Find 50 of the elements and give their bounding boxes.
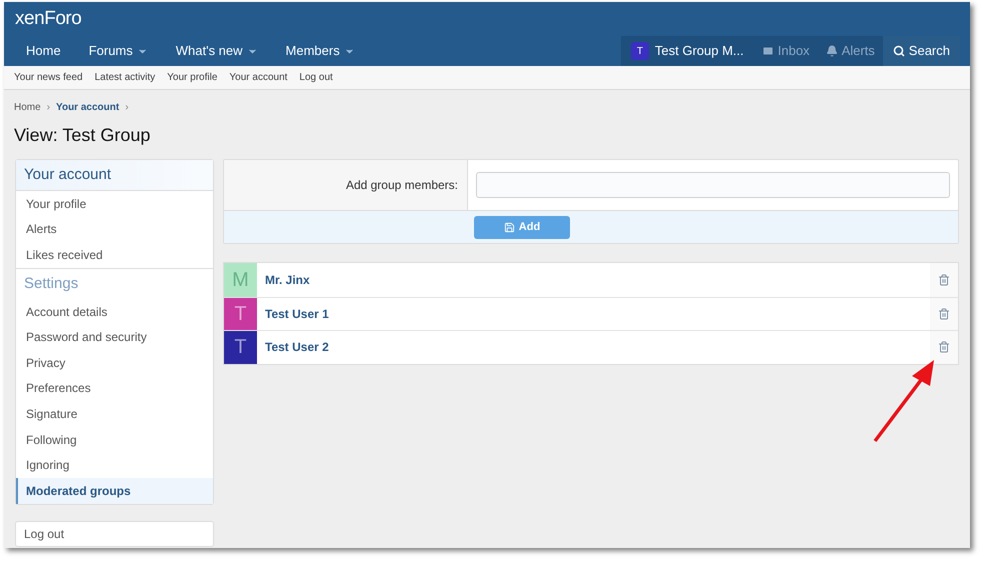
search-button[interactable]: Search (882, 36, 960, 66)
logout-link[interactable]: Log out (15, 520, 214, 547)
avatar: M (224, 263, 257, 297)
bell-icon (826, 45, 838, 57)
sidebar-item[interactable]: Your profile (16, 191, 213, 217)
sidebar-item[interactable]: Ignoring (16, 452, 213, 478)
sidebar-heading: Settings (23, 274, 80, 294)
breadcrumb-link[interactable]: Home (14, 100, 41, 115)
nav-tab[interactable]: Home (14, 36, 73, 66)
sidebar-item[interactable]: Moderated groups (16, 478, 213, 504)
avatar: T (224, 298, 257, 330)
breadcrumb-link[interactable]: Your account (56, 100, 120, 115)
sidebar-item[interactable]: Password and security (16, 324, 213, 350)
sub-nav-link[interactable]: Latest activity (94, 70, 156, 85)
sub-nav-link[interactable]: Log out (299, 70, 333, 85)
breadcrumb-separator: › (46, 101, 50, 115)
breadcrumb-separator: › (125, 101, 129, 115)
field-label: Add group members: (346, 177, 458, 194)
search-icon (892, 45, 905, 57)
sidebar-item[interactable]: Account details (16, 298, 213, 324)
sidebar-item[interactable]: Likes received (16, 242, 213, 268)
site-logo[interactable]: xenForo (15, 4, 82, 34)
inbox-link[interactable]: Inbox (754, 36, 818, 66)
sidebar-item[interactable]: Following (16, 426, 213, 452)
member-name[interactable]: Mr. Jinx (257, 270, 930, 289)
member-name[interactable]: Test User 2 (257, 338, 930, 356)
sidebar-item[interactable]: Alerts (16, 216, 213, 242)
nav-tab[interactable]: What's new (164, 36, 270, 66)
sidebar-heading: Your account (16, 160, 213, 191)
member-name[interactable]: Test User 1 (257, 304, 930, 323)
envelope-icon (762, 45, 774, 57)
username: Test Group M... (654, 42, 744, 60)
sub-nav-link[interactable]: Your account (229, 70, 288, 85)
sub-nav-link[interactable]: Your news feed (14, 70, 83, 85)
alerts-link[interactable]: Alerts (818, 36, 883, 66)
page-title: View: Test Group (13, 124, 152, 147)
sub-nav-link[interactable]: Your profile (167, 70, 218, 85)
avatar: T (224, 331, 257, 364)
account-link[interactable]: T Test Group M... (620, 36, 754, 66)
members-input-field[interactable] (476, 172, 950, 198)
delete-icon[interactable] (938, 308, 950, 320)
sidebar-item[interactable]: Preferences (16, 376, 213, 402)
save-icon (504, 222, 515, 232)
delete-icon[interactable] (938, 341, 950, 354)
nav-tab[interactable]: Members (274, 36, 367, 66)
delete-icon[interactable] (938, 274, 950, 286)
avatar: T (630, 42, 649, 60)
nav-tab[interactable]: Forums (76, 36, 160, 66)
sidebar-item[interactable]: Signature (16, 401, 213, 427)
sidebar-item[interactable]: Privacy (16, 350, 213, 376)
